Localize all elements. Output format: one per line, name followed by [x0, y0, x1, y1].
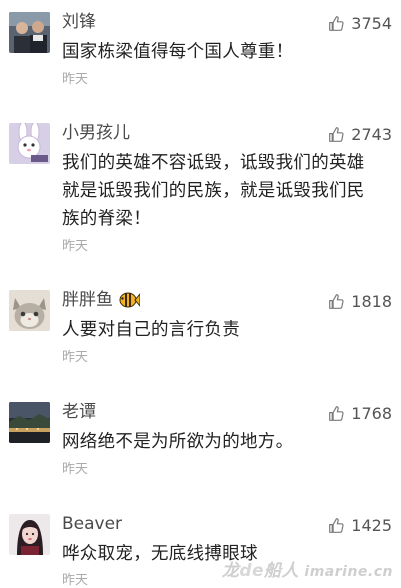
timestamp: 昨天	[62, 573, 89, 588]
fish-emoji-icon	[119, 292, 140, 308]
watermark-part: 龙	[221, 561, 240, 581]
comment-text: 我们的英雄不容诋毁，诋毁我们的英雄 就是诋毁我们的民族，就是诋毁我们民 族的脊梁…	[62, 153, 365, 229]
like-count: 1768	[351, 403, 392, 423]
timestamp: 昨天	[62, 239, 89, 254]
thumbs-up-icon	[329, 517, 344, 533]
watermark-part: imarine.cn	[299, 564, 393, 580]
thumbs-up-icon	[329, 405, 344, 421]
like-button[interactable]: 1818	[328, 290, 392, 312]
avatar[interactable]	[9, 514, 50, 555]
thumbs-up-icon	[329, 126, 344, 142]
username[interactable]: 刘锋	[62, 10, 96, 34]
username[interactable]: 胖胖鱼	[62, 288, 140, 312]
comment-text: 国家栋梁值得每个国人尊重！	[62, 42, 294, 62]
thumbs-up-icon	[329, 293, 344, 309]
thumbs-up-icon	[329, 15, 344, 31]
username[interactable]: 小男孩儿	[62, 121, 130, 145]
watermark: 龙de船人 imarine.cn	[222, 556, 393, 581]
timestamp: 昨天	[62, 350, 89, 365]
comment-text: 网络绝不是为所欲为的地方。	[62, 432, 294, 452]
comment-text: 人要对自己的言行负责	[62, 320, 240, 340]
watermark-part: 船人	[264, 561, 300, 581]
avatar[interactable]	[9, 290, 50, 331]
timestamp: 昨天	[62, 72, 89, 87]
avatar[interactable]	[9, 402, 50, 443]
username[interactable]: 老谭	[62, 400, 96, 424]
like-count: 1425	[351, 515, 392, 535]
watermark-part: de	[239, 561, 265, 581]
avatar[interactable]	[9, 12, 50, 53]
username-text: 胖胖鱼	[62, 290, 113, 310]
like-count: 3754	[351, 13, 392, 33]
like-button[interactable]: 2743	[328, 123, 392, 145]
username[interactable]: Beaver	[62, 512, 122, 536]
like-count: 2743	[351, 124, 392, 144]
like-button[interactable]: 1768	[328, 402, 392, 424]
avatar[interactable]	[9, 123, 50, 164]
timestamp: 昨天	[62, 462, 89, 477]
like-count: 1818	[351, 291, 392, 311]
like-button[interactable]: 1425	[328, 514, 392, 536]
like-button[interactable]: 3754	[328, 12, 392, 34]
